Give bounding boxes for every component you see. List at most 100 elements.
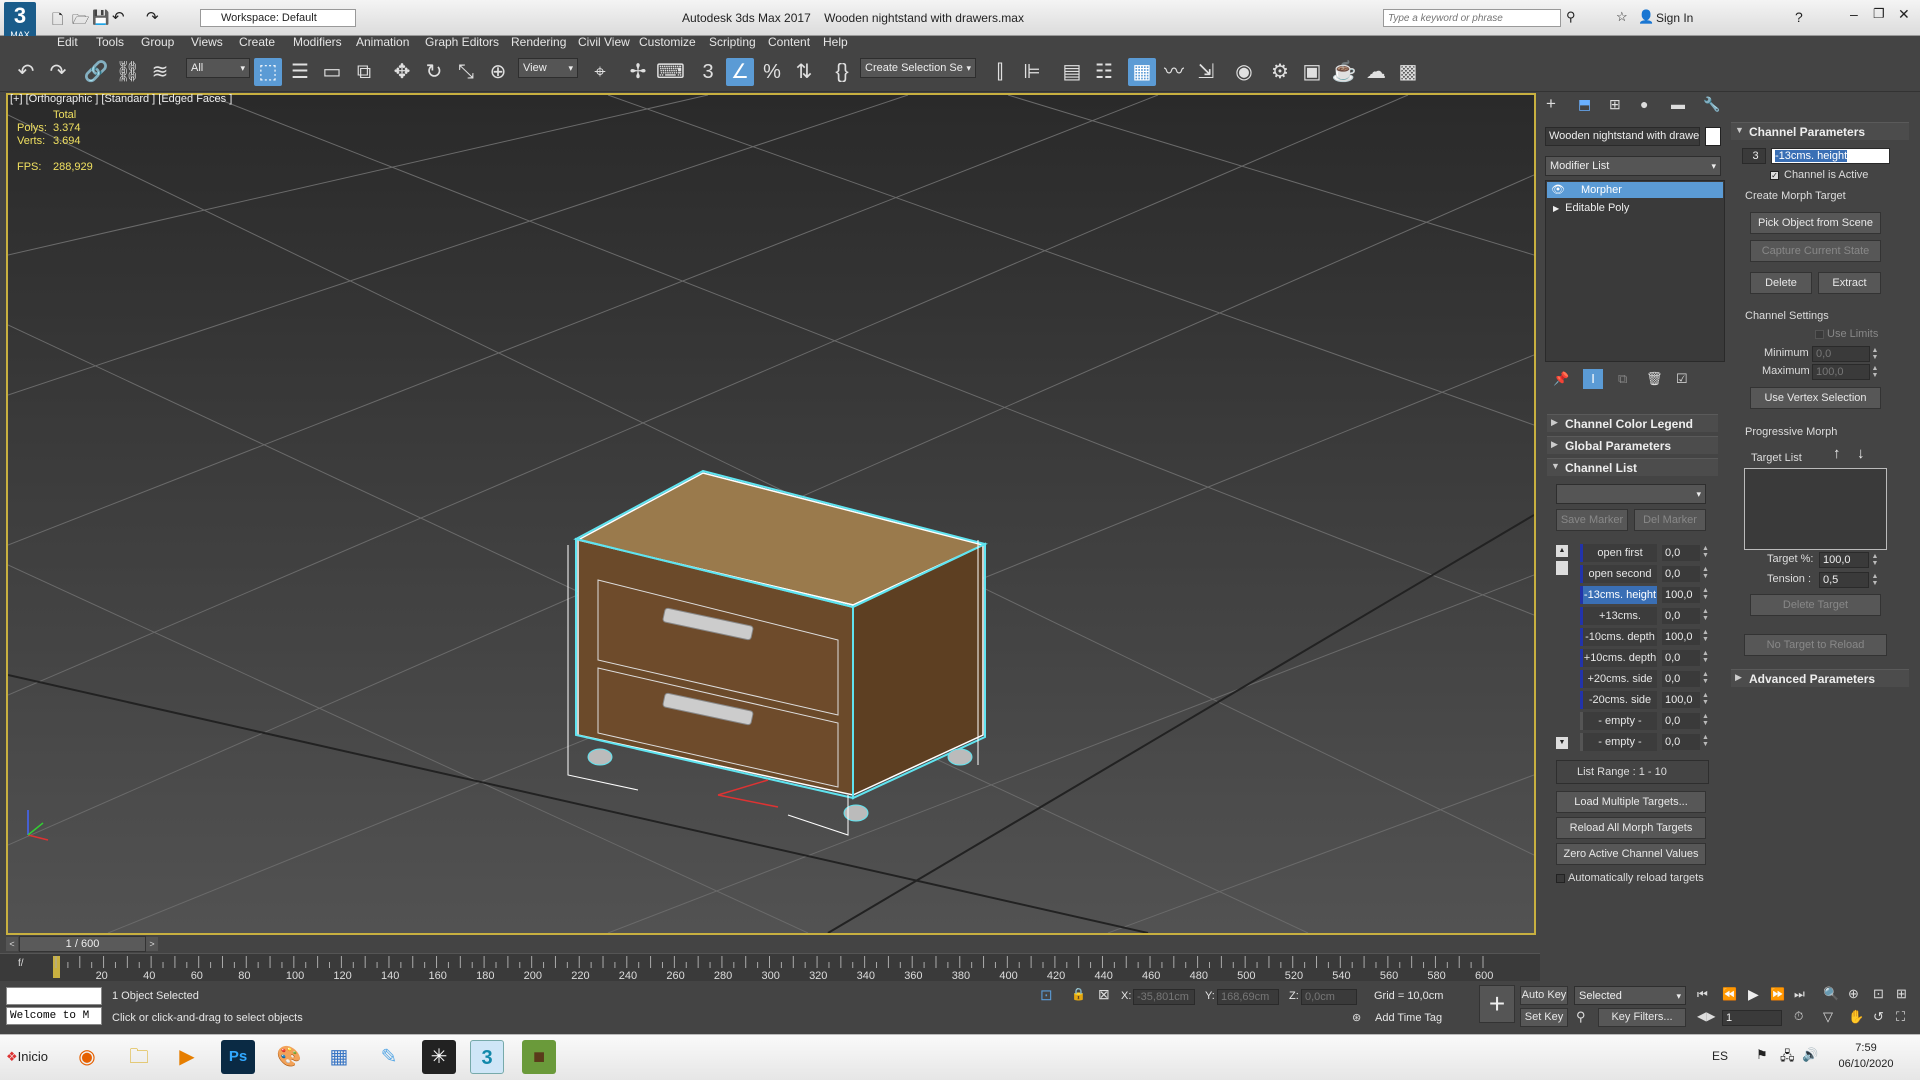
undo-icon[interactable]: ↶ — [112, 8, 125, 26]
minecraft-icon[interactable]: ■ — [522, 1040, 556, 1074]
place-icon[interactable]: ⊕ — [484, 58, 512, 86]
eye-icon[interactable]: 👁 — [1551, 184, 1565, 196]
tray-network-icon[interactable]: 🖧 — [1780, 1047, 1795, 1069]
spinner-icon[interactable]: ▲ ▼ — [1702, 713, 1709, 727]
spinner-icon[interactable]: ▲ ▼ — [1702, 692, 1709, 706]
render-production-icon[interactable]: ☕ — [1330, 58, 1358, 86]
link-icon[interactable]: 🔗 — [82, 58, 110, 86]
binoculars-icon[interactable]: ⚲ — [1566, 9, 1576, 25]
minimize-icon[interactable]: – — [1850, 6, 1858, 22]
channel-name[interactable]: -20cms. side — [1580, 691, 1657, 709]
ref-coord-dropdown[interactable]: View — [518, 58, 578, 78]
start-button[interactable]: ❖Inicio — [2, 1039, 56, 1075]
go-to-start-icon[interactable]: ⏮ — [1697, 987, 1708, 1002]
scroll-down-icon[interactable]: ▼ — [1556, 737, 1568, 749]
open-file-icon[interactable]: 🗁 — [72, 9, 89, 33]
select-by-name-icon[interactable]: ☰ — [286, 58, 314, 86]
modify-tab-icon[interactable]: ⬒ — [1578, 96, 1591, 113]
rollout-channel-color-legend[interactable]: ▶ Channel Color Legend — [1547, 414, 1718, 432]
channel-active-checkbox[interactable]: ✓ — [1770, 171, 1779, 180]
redo-icon[interactable]: ↷ — [44, 58, 72, 86]
next-frame-icon[interactable]: > — [146, 937, 158, 951]
go-to-end-icon[interactable]: ⏭ — [1794, 987, 1805, 1002]
spinner-icon[interactable]: ▲ ▼ — [1702, 734, 1709, 748]
favorites-icon[interactable]: ☆ — [1616, 9, 1628, 25]
hierarchy-tab-icon[interactable]: ⊞ — [1609, 96, 1621, 113]
target-percent-field[interactable]: 100,0 — [1819, 552, 1869, 568]
spinner-icon[interactable]: ▲ ▼ — [1870, 553, 1880, 569]
scroll-page-icon[interactable] — [1556, 561, 1568, 575]
channel-row[interactable]: +13cms. height 0,0▲▼ — [1580, 607, 1710, 640]
channel-name[interactable]: +20cms. side — [1580, 670, 1657, 688]
channel-row[interactable]: - empty - 0,0 ▲ ▼ — [1580, 712, 1710, 730]
menu-rendering[interactable]: Rendering — [511, 35, 566, 49]
add-time-tag[interactable]: Add Time Tag — [1375, 1012, 1442, 1024]
channel-value[interactable]: 0,0 — [1662, 650, 1700, 666]
channel-row[interactable]: -10cms. depth 100,0 ▲ ▼ — [1580, 628, 1710, 646]
help-icon[interactable]: ? — [1795, 9, 1803, 25]
spinner-icon[interactable]: ▲ ▼ — [1702, 587, 1709, 601]
channel-value[interactable]: 0,0 — [1662, 671, 1700, 687]
3dsmax-taskbar-icon[interactable]: 3 — [470, 1040, 504, 1074]
expand-icon[interactable]: ▶ — [1553, 204, 1559, 213]
channel-row[interactable]: -20cms. side 100,0 ▲ ▼ — [1580, 691, 1710, 709]
tension-field[interactable]: 0,5 — [1819, 572, 1869, 588]
auto-reload-checkbox[interactable] — [1556, 874, 1565, 883]
select-object-icon[interactable]: ⬚ — [254, 58, 282, 86]
render-gallery-icon[interactable]: ▩ — [1394, 58, 1422, 86]
material-editor-icon[interactable]: ◉ — [1230, 58, 1258, 86]
channel-name[interactable]: - empty - — [1580, 733, 1657, 751]
play-icon[interactable]: ▶ — [1748, 986, 1759, 1003]
new-file-icon[interactable]: 🗋 — [52, 9, 63, 33]
selection-lock-icon[interactable]: 🔒 — [1071, 987, 1086, 1001]
maxscript-listener-top[interactable] — [6, 987, 102, 1005]
channel-name-field[interactable]: -13cms. height — [1771, 148, 1890, 164]
maximize-icon[interactable]: ❐ — [1873, 6, 1885, 22]
channel-value[interactable]: 100,0 — [1662, 692, 1700, 708]
remove-modifier-icon[interactable]: 🗑 — [1646, 371, 1663, 387]
use-vertex-selection-button[interactable]: Use Vertex Selection — [1750, 387, 1881, 409]
channel-value[interactable]: 0,0 — [1662, 734, 1700, 750]
channel-row[interactable]: +10cms. depth 0,0 ▲ ▼ — [1580, 649, 1710, 667]
layer-explorer-icon[interactable]: ☷ — [1090, 58, 1118, 86]
z-coordinate-field[interactable]: 0,0cm — [1301, 989, 1357, 1005]
calculator-icon[interactable]: ▦ — [322, 1040, 356, 1074]
marker-dropdown[interactable] — [1556, 484, 1706, 504]
spinner-icon[interactable]: ▲ ▼ — [1702, 671, 1709, 685]
current-frame-field[interactable]: 1 — [1722, 1010, 1782, 1026]
file-explorer-icon[interactable]: 🗀 — [122, 1040, 156, 1074]
perspective-viewport[interactable]: [+] [Orthographic ] [Standard ] [Edged F… — [6, 93, 1536, 935]
utilities-tab-icon[interactable]: 🔧 — [1703, 96, 1720, 113]
paint-icon[interactable]: 🎨 — [272, 1040, 306, 1074]
channel-name[interactable]: +10cms. depth — [1580, 649, 1657, 667]
firefox-icon[interactable]: ◉ — [70, 1040, 104, 1074]
close-icon[interactable]: ✕ — [1898, 6, 1910, 23]
rollout-global-parameters[interactable]: ▶ Global Parameters — [1547, 436, 1718, 454]
orbit-icon[interactable]: ↺ — [1873, 1009, 1884, 1025]
spinner-icon[interactable]: ▲ ▼ — [1702, 650, 1709, 664]
move-icon[interactable]: ✥ — [388, 58, 416, 86]
spinner-icon[interactable]: ▲ ▼ — [1870, 347, 1880, 363]
object-color-swatch[interactable] — [1705, 127, 1721, 146]
delete-target-button[interactable]: Delete Target — [1750, 594, 1881, 616]
pick-object-button[interactable]: Pick Object from Scene — [1750, 212, 1881, 234]
unlink-icon[interactable]: ⛓ — [114, 58, 142, 86]
menu-graph-editors[interactable]: Graph Editors — [425, 35, 499, 49]
window-crossing-icon[interactable]: ⧉ — [350, 58, 378, 86]
key-filter-icon[interactable]: ⚲ — [1576, 1009, 1586, 1025]
pin-stack-icon[interactable]: 📌 — [1553, 371, 1569, 387]
prev-key-icon[interactable]: ⏪ — [1722, 987, 1737, 1001]
trackbar-ruler[interactable]: f/ 20 40 60 80 100 120 140 160 180 200 220 240 260 28… — [0, 953, 1540, 982]
align-icon[interactable]: ⊫ — [1018, 58, 1046, 86]
menu-help[interactable]: Help — [823, 35, 848, 49]
channel-value[interactable]: 100,0 — [1662, 629, 1700, 645]
configure-sets-icon[interactable]: ☑ — [1676, 371, 1688, 387]
utility-app-icon[interactable]: ✳ — [422, 1040, 456, 1074]
fov-icon[interactable]: ▽ — [1823, 1009, 1833, 1025]
menu-group[interactable]: Group — [141, 35, 174, 49]
delete-button[interactable]: Delete — [1750, 272, 1812, 294]
channel-name[interactable]: open first — [1580, 544, 1657, 562]
channel-row[interactable]: +20cms. side 0,0 ▲ ▼ — [1580, 670, 1710, 688]
display-tab-icon[interactable]: ▬ — [1671, 96, 1685, 112]
channel-name[interactable]: -10cms. depth — [1580, 628, 1657, 646]
